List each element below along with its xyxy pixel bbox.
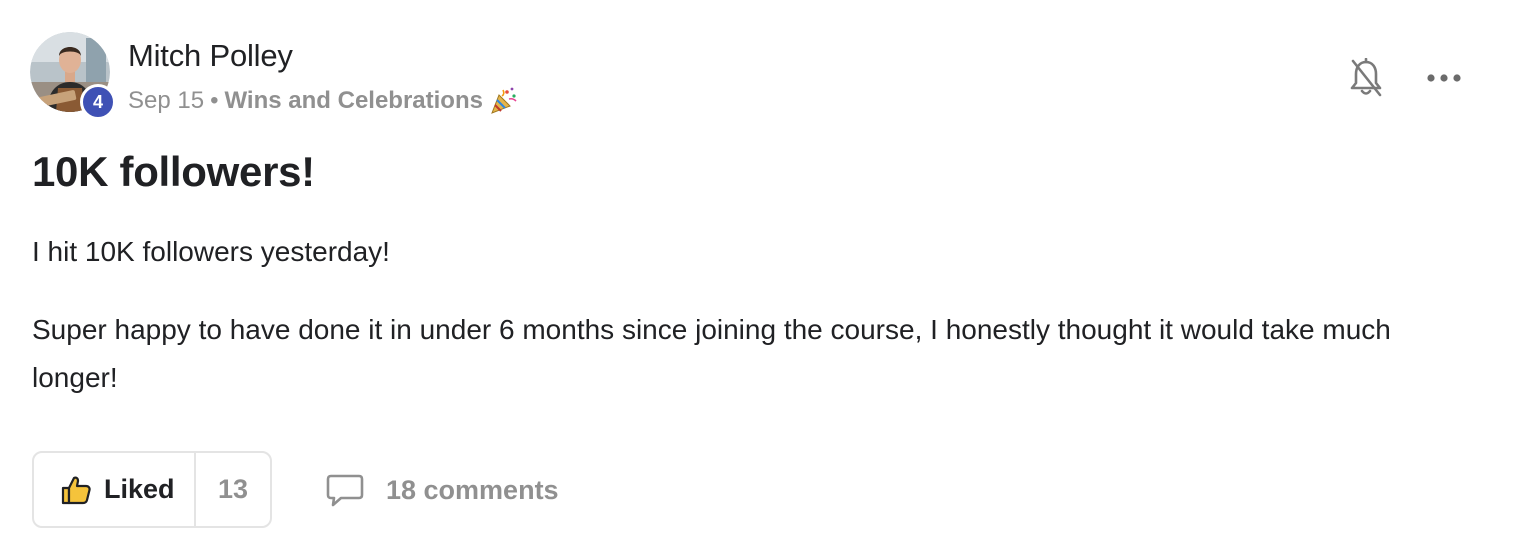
author-name[interactable]: Mitch Polley (128, 38, 293, 74)
post-paragraph: I hit 10K followers yesterday! (32, 236, 390, 267)
post-card: 4 Mitch Polley Sep 15 • Wins and Celebra… (0, 0, 1526, 552)
party-popper-icon (489, 86, 519, 116)
post-body: I hit 10K followers yesterday! Super hap… (32, 228, 1472, 432)
like-count[interactable]: 13 (196, 453, 270, 526)
notifications-off-button[interactable] (1344, 56, 1388, 100)
comments-label: 18 comments (386, 474, 559, 505)
post-title: 10K followers! (32, 148, 315, 195)
more-options-button[interactable] (1420, 56, 1468, 100)
post-category[interactable]: Wins and Celebrations (224, 87, 483, 115)
post-date[interactable]: Sep 15 (128, 87, 204, 115)
post-meta: Sep 15 • Wins and Celebrations (128, 86, 519, 116)
thumbs-up-icon (61, 476, 91, 504)
meta-separator: • (210, 87, 219, 114)
comments-button[interactable]: 18 comments (326, 466, 559, 514)
level-badge: 4 (80, 84, 116, 120)
like-label: Liked (104, 474, 175, 504)
bell-off-icon (1350, 58, 1382, 97)
like-button[interactable]: Liked (34, 453, 196, 526)
post-paragraph: Super happy to have done it in under 6 m… (32, 314, 1391, 393)
more-horizontal-icon (1427, 74, 1461, 82)
comment-icon (326, 474, 364, 507)
like-group: Liked 13 (32, 451, 272, 528)
author-avatar[interactable]: 4 (30, 32, 116, 120)
